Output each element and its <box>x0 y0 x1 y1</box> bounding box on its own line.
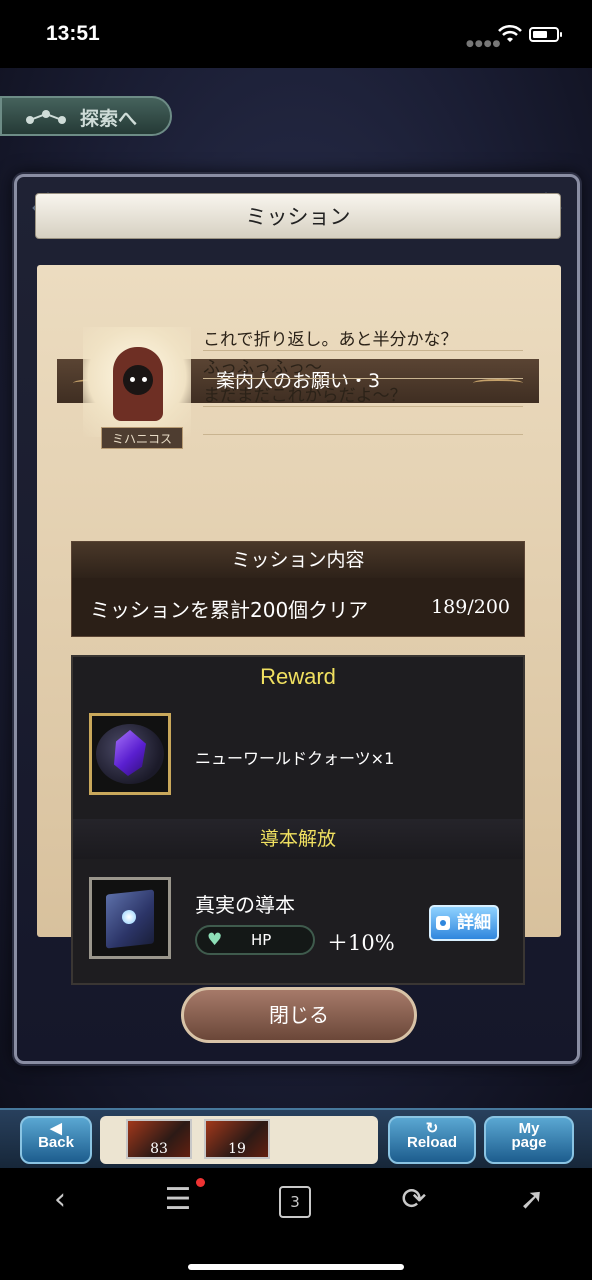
notification-dot <box>196 1178 205 1187</box>
dialogue-line: まだまだこれからだよ～？ <box>203 386 407 406</box>
dialogue-line: これで折り返し。あと半分かな？ <box>203 330 458 350</box>
stat-bonus: ＋10% <box>327 931 395 955</box>
reload-button[interactable]: ↻ Reload <box>388 1116 476 1164</box>
reward-box: Reward ニューワールドクォーツ×1 導本解放 真実の導本 ♥ HP ＋10… <box>71 655 525 985</box>
dialogue-line: ふっふっふっ～ <box>203 358 322 378</box>
explore-label: 探索へ <box>80 108 138 130</box>
hp-stat-badge: ♥ HP <box>195 925 315 955</box>
route-icon <box>26 110 66 124</box>
mission-panel: 案内人のお願い・3 ミハニコス これで折り返し。あと半分かな？ ふっふっふっ～ … <box>37 265 561 985</box>
detail-button[interactable]: 詳細 <box>429 905 499 941</box>
wifi-icon <box>498 24 522 42</box>
reward-item-name: ニューワールドクォーツ×1 <box>195 749 395 768</box>
mypage-button[interactable]: My page <box>484 1116 574 1164</box>
back-button[interactable]: ◀ Back <box>20 1116 92 1164</box>
reload-label: Reload <box>406 1134 457 1151</box>
book-name: 真実の導本 <box>195 893 295 917</box>
game-view: 探索へ ミッション 案内人のお願い・3 ミハニコス これで折り返し。あと半分かな… <box>0 68 592 1108</box>
mission-progress: 189/200 <box>431 596 510 618</box>
clock: 13:51 <box>46 22 100 45</box>
book-unlock-header: 導本解放 <box>73 819 523 859</box>
shortcut-thumb[interactable]: 83 <box>126 1119 192 1159</box>
close-button[interactable]: 閉じる <box>181 987 417 1043</box>
menu-icon[interactable]: ☰ <box>158 1182 198 1218</box>
book-item-icon[interactable] <box>89 877 171 959</box>
detail-button-label: 詳細 <box>457 913 491 933</box>
signal-icon: ●●●● <box>466 39 502 49</box>
rocket-icon[interactable]: ➚ <box>512 1182 552 1218</box>
game-toolbar: ◀ Back 83 19 ↻ Reload My page <box>0 1108 592 1170</box>
heart-icon: ♥ <box>207 930 223 950</box>
shortcut-tray: 83 19 <box>100 1116 378 1164</box>
guide-name: ミハニコス <box>101 427 183 449</box>
battery-icon <box>529 27 562 42</box>
mission-content-header: ミッション内容 <box>72 542 524 578</box>
guide-portrait <box>83 327 191 437</box>
mission-description: ミッションを累計200個クリア <box>90 598 369 622</box>
mypage-label-2: page <box>511 1134 547 1151</box>
explore-button[interactable]: 探索へ <box>0 96 172 136</box>
reward-header: Reward <box>260 664 336 689</box>
browser-toolbar: ‹ ☰ 3 ⟳ ➚ <box>0 1168 592 1280</box>
thumb-count: 19 <box>228 1141 246 1157</box>
status-bar: 13:51 ●●●● <box>0 0 592 68</box>
home-indicator <box>188 1264 404 1270</box>
mission-content-box: ミッション内容 ミッションを累計200個クリア 189/200 <box>71 541 525 637</box>
back-icon[interactable]: ‹ <box>40 1182 80 1218</box>
quartz-item-icon[interactable] <box>89 713 171 795</box>
stat-label: HP <box>251 931 272 949</box>
dialog-title: ミッション <box>35 193 561 239</box>
mission-dialog: ミッション 案内人のお願い・3 ミハニコス これで折り返し。あと半分かな？ ふっ… <box>14 174 580 1064</box>
refresh-icon[interactable]: ⟳ <box>394 1182 434 1218</box>
back-label: Back <box>38 1134 74 1151</box>
thumb-count: 83 <box>150 1141 168 1157</box>
tabs-button[interactable]: 3 <box>279 1186 311 1218</box>
info-icon <box>436 916 450 930</box>
shortcut-thumb[interactable]: 19 <box>204 1119 270 1159</box>
